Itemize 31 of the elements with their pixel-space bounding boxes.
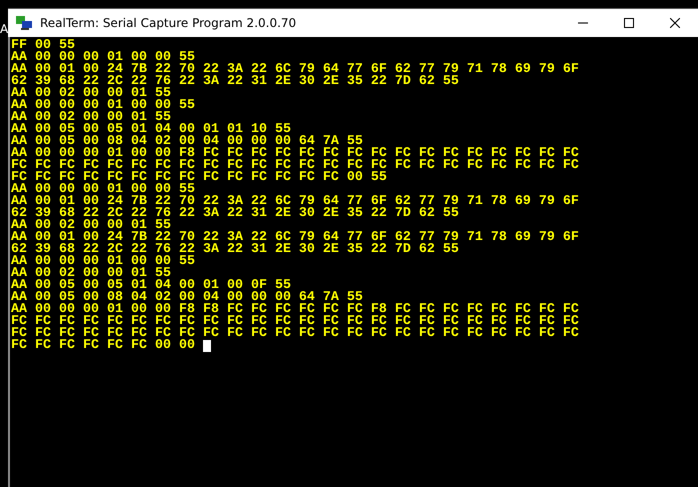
terminal-line: AA 00 01 00 24 7B 22 70 22 3A 22 6C 79 64 77 6F 62 77 79 71 78 69 79 6F: [11, 64, 579, 76]
terminal-line: AA 00 00 00 01 00 00 55: [11, 100, 195, 112]
terminal-line: AA 00 05 00 08 04 02 00 04 00 00 00 64 7A 55: [11, 136, 363, 148]
terminal-line: AA 00 01 00 24 7B 22 70 22 3A 22 6C 79 64 77 6F 62 77 79 71 78 69 79 6F: [11, 196, 579, 208]
background-window-text: A: [0, 22, 8, 36]
terminal-line: FF 00 55: [11, 40, 75, 52]
terminal-line: AA 00 00 00 01 00 00 F8 FC FC FC FC FC FC FC FC FC FC FC FC FC FC FC FC: [11, 148, 579, 160]
terminal-line: 62 39 68 22 2C 22 76 22 3A 22 31 2E 30 2E 35 22 7D 62 55: [11, 244, 459, 256]
terminal-line: AA 00 00 00 01 00 00 55: [11, 184, 195, 196]
terminal-line: 62 39 68 22 2C 22 76 22 3A 22 31 2E 30 2E 35 22 7D 62 55: [11, 76, 459, 88]
terminal-line: FC FC FC FC FC FC FC FC FC FC FC FC FC FC FC FC FC FC FC FC FC FC FC FC: [11, 160, 579, 172]
terminal-line: AA 00 02 00 00 01 55: [11, 88, 171, 100]
terminal-line: FC FC FC FC FC FC FC FC FC FC FC FC FC FC 00 55: [11, 172, 387, 184]
terminal-line: AA 00 02 00 00 01 55: [11, 112, 171, 124]
terminal-line: AA 00 00 00 01 00 00 55: [11, 52, 195, 64]
terminal-line: AA 00 00 00 01 00 00 F8 F8 FC FC FC FC FC FC F8 FC FC FC FC FC FC FC FC: [11, 304, 579, 316]
maximize-icon: [624, 18, 634, 28]
window-title: RealTerm: Serial Capture Program 2.0.0.70: [40, 16, 298, 30]
terminal-line: AA 00 02 00 00 01 55: [11, 268, 171, 280]
terminal-line: AA 00 01 00 24 7B 22 70 22 3A 22 6C 79 64 77 6F 62 77 79 71 78 69 79 6F: [11, 232, 579, 244]
terminal-line: AA 00 05 00 05 01 04 00 01 00 0F 55: [11, 280, 291, 292]
terminal-line: AA 00 05 00 05 01 04 00 01 01 10 55: [11, 124, 291, 136]
terminal-app-icon: [16, 16, 32, 30]
terminal-line: AA 00 00 00 01 00 00 55: [11, 256, 195, 268]
terminal-line: 62 39 68 22 2C 22 76 22 3A 22 31 2E 30 2E 35 22 7D 62 55: [11, 208, 459, 220]
terminal-line: AA 00 02 00 00 01 55: [11, 220, 171, 232]
close-icon: [670, 18, 680, 28]
terminal-line: FC FC FC FC FC FC FC FC FC FC FC FC FC FC FC FC FC FC FC FC FC FC FC FC: [11, 316, 579, 328]
terminal-line: FC FC FC FC FC FC 00 00: [11, 340, 195, 352]
terminal-line: FC FC FC FC FC FC FC FC FC FC FC FC FC FC FC FC FC FC FC FC FC FC FC FC: [11, 328, 579, 340]
terminal-line: AA 00 05 00 08 04 02 00 04 00 00 00 64 7A 55: [11, 292, 363, 304]
